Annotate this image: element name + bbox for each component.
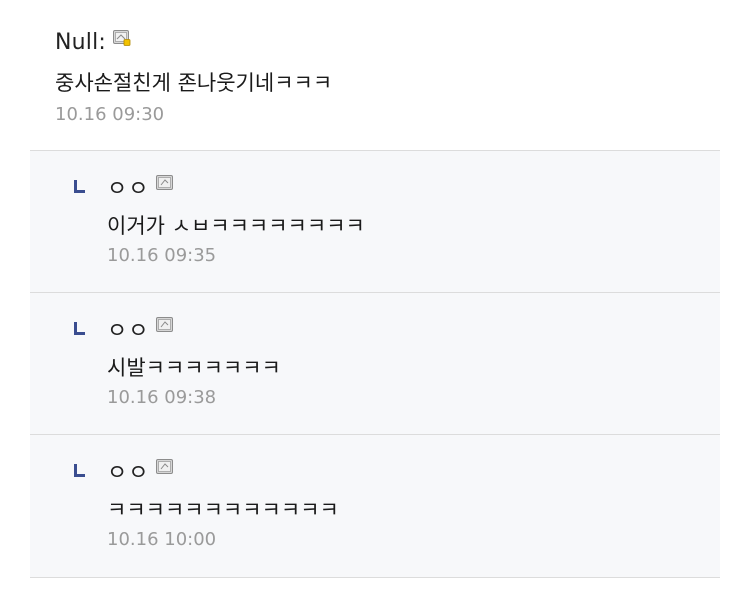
reply-author-row: ㅇㅇ — [107, 313, 707, 345]
reply-date: 10.16 09:35 — [107, 245, 217, 266]
reply-body: ㅇㅇ 시발ㅋㅋㅋㅋㅋㅋㅋ 10.16 09:38 — [107, 313, 707, 411]
gallog-icon[interactable] — [156, 175, 174, 191]
reply-item: ㅇㅇ ㅋㅋㅋㅋㅋㅋㅋㅋㅋㅋㅋㅋ 10.16 10:00 — [30, 434, 720, 578]
comment-date: 10.16 09:30 — [55, 104, 165, 125]
reply-date: 10.16 10:00 — [107, 529, 217, 550]
gallog-icon[interactable] — [156, 459, 174, 475]
reply-arrow-icon — [74, 178, 85, 193]
reply-item: ㅇㅇ 이거가 ㅅㅂㅋㅋㅋㅋㅋㅋㅋㅋ 10.16 09:35 — [30, 150, 720, 292]
reply-nickname[interactable]: ㅇㅇ — [107, 455, 149, 487]
reply-text: 이거가 ㅅㅂㅋㅋㅋㅋㅋㅋㅋㅋ — [107, 214, 365, 238]
reply-nickname[interactable]: ㅇㅇ — [107, 171, 149, 203]
reply-arrow-icon — [74, 462, 85, 477]
reply-item: ㅇㅇ 시발ㅋㅋㅋㅋㅋㅋㅋ 10.16 09:38 — [30, 292, 720, 434]
comment-item: Null: 중사손절친게 존나웃기네ㅋㅋㅋ 10.16 09:30 — [55, 26, 715, 128]
reply-body: ㅇㅇ ㅋㅋㅋㅋㅋㅋㅋㅋㅋㅋㅋㅋ 10.16 10:00 — [107, 455, 707, 553]
reply-body: ㅇㅇ 이거가 ㅅㅂㅋㅋㅋㅋㅋㅋㅋㅋ 10.16 09:35 — [107, 171, 707, 269]
comment-text: 중사손절친게 존나웃기네ㅋㅋㅋ — [55, 71, 333, 95]
reply-author-row: ㅇㅇ — [107, 171, 707, 203]
reply-list: ㅇㅇ 이거가 ㅅㅂㅋㅋㅋㅋㅋㅋㅋㅋ 10.16 09:35 ㅇㅇ 시발ㅋㅋㅋㅋㅋ… — [30, 150, 720, 578]
reply-author-row: ㅇㅇ — [107, 455, 707, 487]
comment-author-row: Null: — [55, 26, 715, 58]
reply-text: 시발ㅋㅋㅋㅋㅋㅋㅋ — [107, 356, 281, 380]
comment-nickname[interactable]: Null: — [55, 30, 106, 55]
reply-arrow-icon — [74, 320, 85, 335]
comment-thread: Null: 중사손절친게 존나웃기네ㅋㅋㅋ 10.16 09:30 ㅇㅇ 이거가… — [0, 0, 750, 610]
gallog-icon[interactable] — [113, 30, 131, 46]
reply-date: 10.16 09:38 — [107, 387, 217, 408]
reply-text: ㅋㅋㅋㅋㅋㅋㅋㅋㅋㅋㅋㅋ — [107, 498, 339, 522]
reply-nickname[interactable]: ㅇㅇ — [107, 313, 149, 345]
gallog-icon[interactable] — [156, 317, 174, 333]
